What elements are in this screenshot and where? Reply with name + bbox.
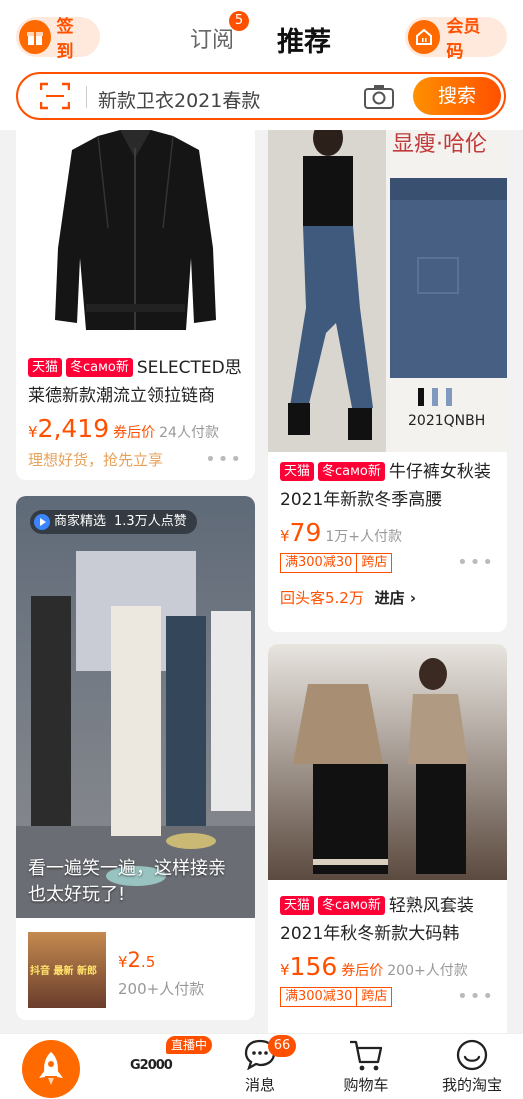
product-card-jacket[interactable]: 天猫 冬само新 SELECTED思莱德新款潮流立领拉链商 ¥2,419 券后价 24… (16, 108, 255, 480)
slogan: 理想好货，抢先立享 (28, 451, 164, 469)
cart-label: 购物车 (343, 1076, 389, 1094)
price: 2 (127, 948, 141, 972)
scan-icon[interactable] (40, 82, 70, 110)
video-caption: 看一遍笑一遍，这样接亲也太好玩了! (28, 858, 226, 905)
more-icon[interactable]: ••• (457, 986, 495, 1007)
product-image (268, 644, 507, 880)
sold-count: 1万+人付款 (325, 529, 402, 545)
promo-discount: 满300减30 (280, 987, 358, 1007)
tmall-tag: 天猫 (28, 358, 63, 377)
price-decimal: .5 (140, 953, 156, 971)
tab-subscribe[interactable]: 订阅 (190, 22, 234, 54)
currency: ¥ (118, 953, 128, 971)
related-product-thumb[interactable]: 抖音 最新 新郎 (28, 932, 106, 1008)
image-sku-text: 2021QNBH (408, 413, 486, 429)
sold-count: 24人付款 (159, 425, 219, 441)
product-card-jeans[interactable]: 显瘦·哈伦 2021QNBH 天猫 冬само新 牛仔裤女秋装2021年新款冬季高腰… (268, 108, 507, 632)
enter-shop-link[interactable]: 进店 › (375, 589, 416, 607)
price: 79 (289, 518, 322, 547)
gift-icon (19, 20, 51, 54)
video-card[interactable]: 商家精选 1.3万人点赞 看一遍笑一遍，这样接亲也太好玩了! 抖音 最新 新郎 … (16, 496, 255, 1020)
signin-label: 签到 (56, 17, 74, 62)
promo-cross-store: 跨店 (357, 987, 393, 1007)
nav-live[interactable]: 直播中 G2000 (126, 1034, 213, 1099)
search-input[interactable]: 新款卫衣2021春款 (98, 86, 260, 113)
coupon-price-label: 券后价 (113, 425, 156, 441)
product-image (16, 108, 255, 350)
nav-home-rocket[interactable] (22, 1040, 80, 1098)
top-header: 签到 订阅 5 推荐 会员码 新款卫衣2021春款 搜索 (0, 0, 523, 130)
nav-messages[interactable]: 66 消息 (230, 1034, 296, 1099)
promo-cross-store: 跨店 (357, 553, 393, 573)
repeat-customers: 回头客5.2万 (280, 589, 364, 607)
video-thumbnail: 商家精选 1.3万人点赞 看一遍笑一遍，这样接亲也太好玩了! (16, 496, 255, 918)
price-row: ¥156 券后价 200+人付款 (268, 952, 507, 981)
price-row: ¥2,419 券后价 24人付款 (16, 414, 255, 443)
sold-count: 200+人付款 (118, 980, 205, 998)
search-button[interactable]: 搜索 (413, 77, 501, 115)
winter-new-tag: 冬само新 (66, 358, 133, 377)
product-card-suit[interactable]: 天猫 冬само新 轻熟风套装2021年秋冬新款大码韩 ¥156 券后价 200+人付款… (268, 644, 507, 1044)
coupon-price-label: 券后价 (341, 963, 384, 979)
price-row: ¥79 1万+人付款 (268, 518, 507, 547)
product-title: 天猫 冬само新 SELECTED思莱德新款潮流立领拉链商 (16, 354, 255, 410)
search-divider (86, 86, 87, 108)
brand-logo: G2000 (130, 1058, 173, 1073)
tmall-tag: 天猫 (280, 462, 315, 481)
messages-label: 消息 (244, 1076, 275, 1094)
search-bar[interactable]: 新款卫衣2021春款 搜索 (16, 72, 506, 120)
member-code-label: 会员码 (446, 17, 481, 62)
cart-icon (350, 1040, 383, 1071)
my-taobao-label: 我的淘宝 (441, 1076, 502, 1094)
sold-count: 200+人付款 (387, 963, 468, 979)
merchant-pick-badge: 商家精选 1.3万人点赞 (30, 510, 197, 534)
camera-icon[interactable] (363, 84, 395, 110)
product-title: 天猫 冬само新 轻熟风套装2021年秋冬新款大码韩 (268, 892, 507, 948)
currency: ¥ (28, 423, 38, 441)
merchant-pick-label: 商家精选 (54, 514, 107, 529)
price: 2,419 (37, 414, 110, 443)
like-count: 1.3万人点赞 (114, 514, 187, 529)
live-badge: 直播中 (166, 1036, 213, 1054)
tmall-tag: 天猫 (280, 896, 315, 915)
play-icon (34, 514, 50, 530)
promo-discount: 满300减30 (280, 553, 358, 573)
smiley-icon (456, 1039, 488, 1071)
currency: ¥ (280, 527, 290, 545)
winter-new-tag: 冬само新 (318, 462, 385, 481)
price-row: ¥2.5 (118, 948, 204, 972)
more-icon[interactable]: ••• (457, 552, 495, 573)
nav-my-taobao[interactable]: 我的淘宝 (432, 1034, 512, 1099)
tab-recommend[interactable]: 推荐 (277, 20, 331, 59)
subscribe-count-badge: 5 (229, 11, 249, 31)
more-icon[interactable]: ••• (205, 449, 243, 470)
product-image: 显瘦·哈伦 2021QNBH (268, 108, 507, 452)
image-brand-text: 显瘦·哈伦 (392, 132, 487, 157)
bottom-nav: 直播中 G2000 66 消息 购物车 我的淘宝 (0, 1033, 523, 1099)
messages-badge: 66 (268, 1035, 296, 1057)
member-icon (408, 20, 441, 54)
signin-button[interactable]: 签到 (16, 17, 100, 62)
winter-new-tag: 冬само新 (318, 896, 385, 915)
thumb-overlay-text: 抖音 最新 新郎 (30, 966, 97, 977)
price: 156 (289, 952, 338, 981)
currency: ¥ (280, 961, 290, 979)
rocket-icon (39, 1052, 63, 1085)
nav-cart[interactable]: 购物车 (330, 1034, 402, 1099)
product-title: 天猫 冬само新 牛仔裤女秋装2021年新款冬季高腰 (268, 458, 507, 514)
member-code-button[interactable]: 会员码 (405, 17, 507, 62)
